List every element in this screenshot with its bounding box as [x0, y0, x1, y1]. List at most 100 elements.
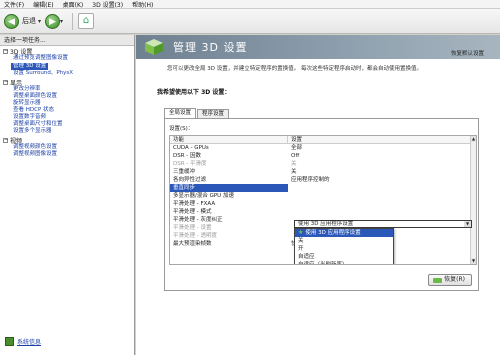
scroll-down-icon[interactable]: ▼ [471, 258, 476, 264]
dropdown-option[interactable]: 关 [295, 237, 393, 245]
dropdown-option[interactable]: 开 [295, 245, 393, 253]
dropdown-option-label: 自适应（半刷新率） [298, 262, 348, 265]
menu-help[interactable]: 帮助(H) [132, 0, 153, 9]
toolbar: ◀ 后退 ▾ ▶ ▾ ⌂ [0, 9, 500, 34]
combo-arrow-icon[interactable]: ▼ [464, 221, 471, 227]
feature-cell: 平滑处理 - 模式 [173, 209, 212, 215]
table-row[interactable]: CUDA - GPUs 全部 [170, 144, 476, 152]
dropdown-option-label: 使用 3D 应用程序设置 [305, 230, 361, 236]
3d-cube-icon [145, 39, 163, 55]
setting-cell[interactable] [288, 184, 291, 192]
menu-bar: 文件(F) 编辑(E) 桌面(K) 3D 设置(3) 帮助(H) [0, 0, 500, 9]
sidebar-item-video-color[interactable]: 调整视频颜色设置 [3, 144, 131, 151]
task-tree: −3D 设置 通过预览调整图像设置 管理 3D 设置 设置 Surround、P… [0, 46, 134, 160]
page-title: 管理 3D 设置 [173, 41, 248, 54]
feature-cell: 平滑处理 - FXAA [173, 201, 216, 207]
feature-cell: CUDA - GPUs [173, 145, 209, 151]
table-row[interactable]: DSR - 平滑度 关 [170, 160, 476, 168]
sidebar-item-desktop-color[interactable]: 调整桌面颜色设置 [3, 93, 131, 100]
settings-grid: 功能 设置 CUDA - GPUs 全部 DSR - 因数 Off DSR - 平滑度关… [169, 135, 477, 265]
vsync-combo[interactable]: 使用 3D 应用程序设置 ▼ [294, 220, 472, 228]
column-header-setting[interactable]: 设置 [288, 136, 302, 143]
feature-cell: 三重缓冲 [173, 169, 196, 175]
dropdown-option[interactable]: 自适应 [295, 253, 393, 261]
menu-edit[interactable]: 编辑(E) [33, 0, 53, 9]
table-row[interactable]: 平滑处理 - 模式 [170, 208, 476, 216]
setting-cell[interactable]: 关 [288, 160, 297, 168]
combo-value: 使用 3D 应用程序设置 [298, 221, 354, 227]
table-row[interactable]: 三重缓冲 关 [170, 168, 476, 176]
sidebar-item-surround-physx[interactable]: 设置 Surround、PhysX [3, 70, 131, 77]
dropdown-option-label: 关 [298, 238, 304, 244]
home-icon[interactable]: ⌂ [78, 13, 95, 29]
menu-3d-settings[interactable]: 3D 设置(3) [92, 0, 123, 9]
sidebar-item-preview-settings[interactable]: 通过预览调整图像设置 [3, 55, 131, 62]
feature-cell: 平滑处理 - 透明度 [173, 233, 217, 239]
setting-cell[interactable]: Off [288, 152, 299, 160]
vsync-dropdown: ★ 使用 3D 应用程序设置关开自适应 自适应（半刷新率） [294, 228, 394, 265]
feature-cell: 平滑处理 - 设置 [173, 225, 212, 231]
back-label[interactable]: 后退 [22, 16, 36, 26]
sidebar-item-hdcp[interactable]: 查看 HDCP 状态 [3, 107, 131, 114]
main-panel: 管理 3D 设置 恢复默认设置 您可以更改全局 3D 设置，并建立特定程序的置换… [136, 35, 500, 355]
sidebar-item-multi-display[interactable]: 设置多个显示器 [3, 128, 131, 135]
back-icon[interactable]: ◀ [4, 13, 19, 29]
sidebar-item-digital-audio[interactable]: 设置数字音频 [3, 114, 131, 121]
nvidia-icon [433, 278, 442, 283]
collapse-icon[interactable]: − [3, 49, 8, 54]
grid-scrollbar[interactable]: ▲ ▼ [470, 136, 476, 264]
setting-cell[interactable]: 全部 [288, 144, 302, 152]
forward-icon[interactable]: ▶ [45, 13, 61, 29]
task-sidebar: 选择一项任务... −3D 设置 通过预览调整图像设置 管理 3D 设置 设置 … [0, 35, 135, 355]
setting-cell[interactable] [288, 208, 291, 216]
scroll-up-icon[interactable]: ▲ [471, 136, 476, 142]
setting-cell[interactable] [288, 232, 291, 240]
sidebar-item-desktop-size[interactable]: 调整桌面尺寸和位置 [3, 121, 131, 128]
tree-group-video[interactable]: − 视频 [3, 137, 131, 145]
sidebar-item-video-image[interactable]: 调整视频图像设置 [3, 151, 131, 158]
system-info-link[interactable]: 系统信息 [5, 337, 41, 346]
system-info-label: 系统信息 [17, 339, 42, 346]
dropdown-option[interactable]: 自适应（半刷新率） [295, 261, 393, 265]
feature-cell: 垂直同步 [170, 184, 288, 192]
sidebar-item-manage-3d[interactable]: 管理 3D 设置 [11, 63, 49, 70]
dropdown-option-label: 开 [298, 246, 304, 252]
setting-cell[interactable]: 关 [288, 168, 297, 176]
menu-file[interactable]: 文件(F) [4, 0, 24, 9]
settings-question: 我希望使用以下 3D 设置： [157, 89, 231, 96]
tree-group-display[interactable]: − 显示 [3, 79, 131, 87]
collapse-icon[interactable]: − [3, 138, 8, 143]
dropdown-option[interactable]: ★ 使用 3D 应用程序设置 [295, 229, 393, 237]
page-description: 您可以更改全局 3D 设置，并建立特定程序的置换值。 每次这些特定程序启动时，都… [167, 66, 422, 72]
nvidia-recommended-icon: ★ [298, 229, 304, 236]
table-row[interactable]: DSR - 因数 Off [170, 152, 476, 160]
collapse-icon[interactable]: − [3, 80, 8, 85]
restore-button[interactable]: 恢复(R) [428, 274, 472, 286]
setting-cell[interactable]: 应用程序控制的 [288, 176, 330, 184]
table-row[interactable]: 垂直同步 [170, 184, 476, 192]
toolbar-divider [72, 12, 74, 30]
table-row[interactable]: 各向异性过滤 应用程序控制的 [170, 176, 476, 184]
restore-button-label: 恢复(R) [444, 276, 465, 283]
feature-cell: 多显示器/混合 GPU 加速 [173, 193, 234, 199]
sidebar-title: 选择一项任务... [0, 35, 134, 46]
system-info-icon [5, 337, 14, 346]
setting-cell[interactable] [288, 200, 291, 208]
feature-cell: 各向异性过滤 [173, 177, 207, 183]
restore-defaults-link[interactable]: 恢复默认设置 [451, 49, 484, 57]
menu-desktop[interactable]: 桌面(K) [63, 0, 84, 9]
back-dropdown-icon[interactable]: ▾ [38, 18, 41, 25]
feature-cell: DSR - 平滑度 [173, 161, 207, 167]
tree-group-3d[interactable]: −3D 设置 [3, 48, 131, 56]
setting-cell[interactable] [288, 216, 291, 224]
sidebar-item-resolution[interactable]: 更改分辨率 [3, 86, 131, 93]
setting-cell[interactable] [288, 192, 291, 200]
tab-program-settings[interactable]: 程序设置 [197, 109, 230, 118]
setting-cell[interactable] [288, 224, 291, 232]
table-row[interactable]: 多显示器/混合 GPU 加速 [170, 192, 476, 200]
column-header-feature[interactable]: 功能 [170, 136, 288, 143]
table-row[interactable]: 平滑处理 - FXAA [170, 200, 476, 208]
tab-global-settings[interactable]: 全局设置 [164, 108, 197, 118]
forward-dropdown-icon[interactable]: ▾ [60, 18, 63, 25]
sidebar-item-rotate[interactable]: 旋转显示器 [3, 100, 131, 107]
